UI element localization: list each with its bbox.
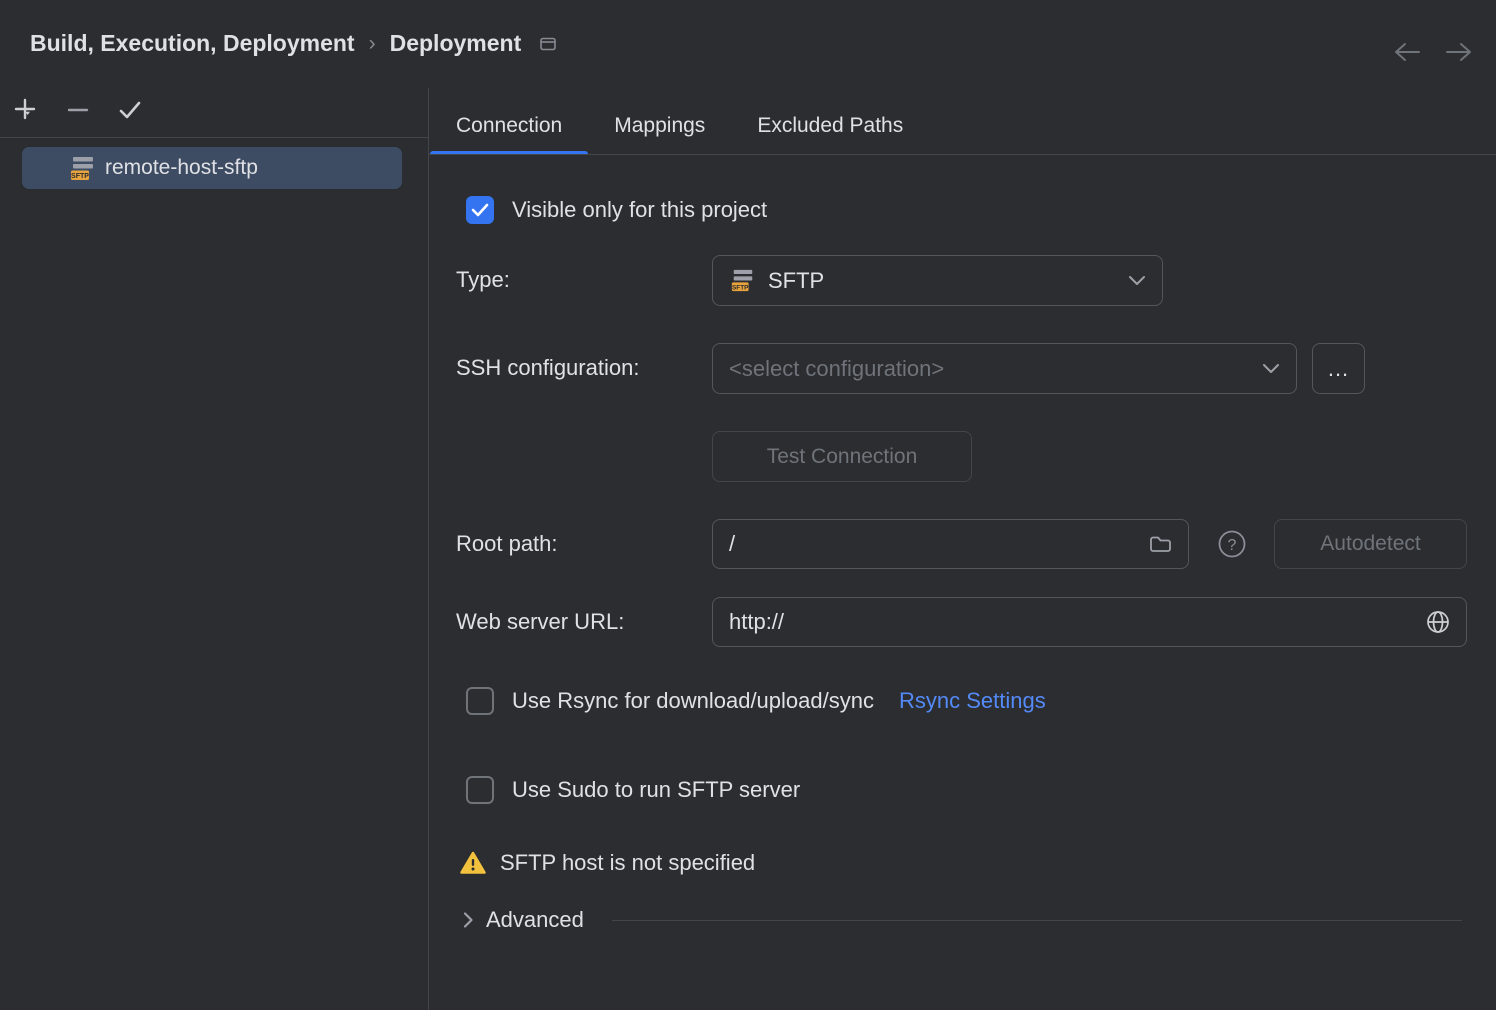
advanced-label: Advanced: [486, 906, 584, 934]
sidebar-toolbar: [8, 92, 148, 128]
rsync-settings-link[interactable]: Rsync Settings: [899, 688, 1046, 714]
root-path-value: /: [729, 531, 735, 557]
tab-excluded-paths[interactable]: Excluded Paths: [731, 97, 929, 154]
help-icon[interactable]: ?: [1217, 529, 1247, 564]
autodetect-button[interactable]: Autodetect: [1274, 519, 1467, 569]
panel-divider: [428, 88, 429, 1010]
ssh-configuration-label: SSH configuration:: [456, 354, 639, 382]
add-server-button[interactable]: [8, 92, 44, 128]
root-path-input[interactable]: /: [712, 519, 1189, 569]
breadcrumb-separator: ›: [369, 32, 376, 56]
svg-text:SFTP: SFTP: [71, 173, 89, 180]
tab-connection[interactable]: Connection: [430, 97, 588, 154]
warning-icon: [460, 851, 486, 875]
web-server-url-value: http://: [729, 609, 784, 635]
tab-bar: Connection Mappings Excluded Paths: [430, 97, 929, 154]
minus-icon: [65, 97, 91, 123]
server-list-item[interactable]: SFTP remote-host-sftp: [22, 147, 402, 189]
root-path-label: Root path:: [456, 530, 558, 558]
visible-only-label: Visible only for this project: [512, 196, 767, 224]
svg-text:?: ?: [1228, 537, 1237, 554]
ssh-configuration-dropdown[interactable]: <select configuration>: [712, 343, 1297, 394]
chevron-down-icon: [1262, 363, 1280, 374]
apply-button[interactable]: [112, 92, 148, 128]
remove-server-button[interactable]: [60, 92, 96, 128]
breadcrumb: Build, Execution, Deployment › Deploymen…: [30, 30, 557, 57]
type-label: Type:: [456, 266, 510, 294]
type-value: SFTP: [768, 268, 824, 294]
window-icon: [539, 36, 557, 52]
type-dropdown[interactable]: SFTP SFTP: [712, 255, 1163, 306]
folder-icon[interactable]: [1149, 535, 1172, 554]
visible-only-row: Visible only for this project: [466, 196, 767, 224]
use-rsync-row: Use Rsync for download/upload/sync Rsync…: [466, 687, 1046, 715]
breadcrumb-section[interactable]: Build, Execution, Deployment: [30, 30, 355, 57]
back-arrow-icon[interactable]: [1391, 38, 1423, 66]
checkmark-icon: [117, 97, 143, 123]
chevron-down-icon: [1128, 275, 1146, 286]
use-sudo-checkbox[interactable]: [466, 776, 494, 804]
warning-row: SFTP host is not specified: [460, 849, 755, 877]
visible-only-checkbox[interactable]: [466, 196, 494, 224]
ssh-configuration-browse-button[interactable]: ...: [1312, 343, 1365, 394]
plus-icon: [13, 97, 39, 123]
tab-mappings[interactable]: Mappings: [588, 97, 731, 154]
page-title: Deployment: [390, 30, 522, 57]
test-connection-button[interactable]: Test Connection: [712, 431, 972, 482]
advanced-section-toggle[interactable]: Advanced: [462, 906, 1462, 934]
advanced-divider: [612, 920, 1462, 921]
svg-text:SFTP: SFTP: [732, 284, 749, 291]
server-list-item-label: remote-host-sftp: [105, 156, 258, 180]
sftp-server-icon: SFTP: [68, 155, 98, 182]
check-icon: [471, 203, 489, 217]
chevron-right-icon: [462, 911, 474, 929]
tab-bar-divider: [428, 154, 1496, 155]
use-rsync-checkbox[interactable]: [466, 687, 494, 715]
forward-arrow-icon[interactable]: [1443, 38, 1475, 66]
use-rsync-label: Use Rsync for download/upload/sync: [512, 687, 874, 715]
globe-icon[interactable]: [1426, 610, 1450, 634]
use-sudo-row: Use Sudo to run SFTP server: [466, 776, 800, 804]
warning-message: SFTP host is not specified: [500, 849, 755, 877]
sftp-type-icon: SFTP: [729, 268, 757, 293]
use-sudo-label: Use Sudo to run SFTP server: [512, 776, 800, 804]
ssh-configuration-value: <select configuration>: [729, 356, 944, 382]
web-server-url-input[interactable]: http://: [712, 597, 1467, 647]
web-server-url-label: Web server URL:: [456, 608, 624, 636]
sidebar-toolbar-divider: [0, 137, 428, 138]
